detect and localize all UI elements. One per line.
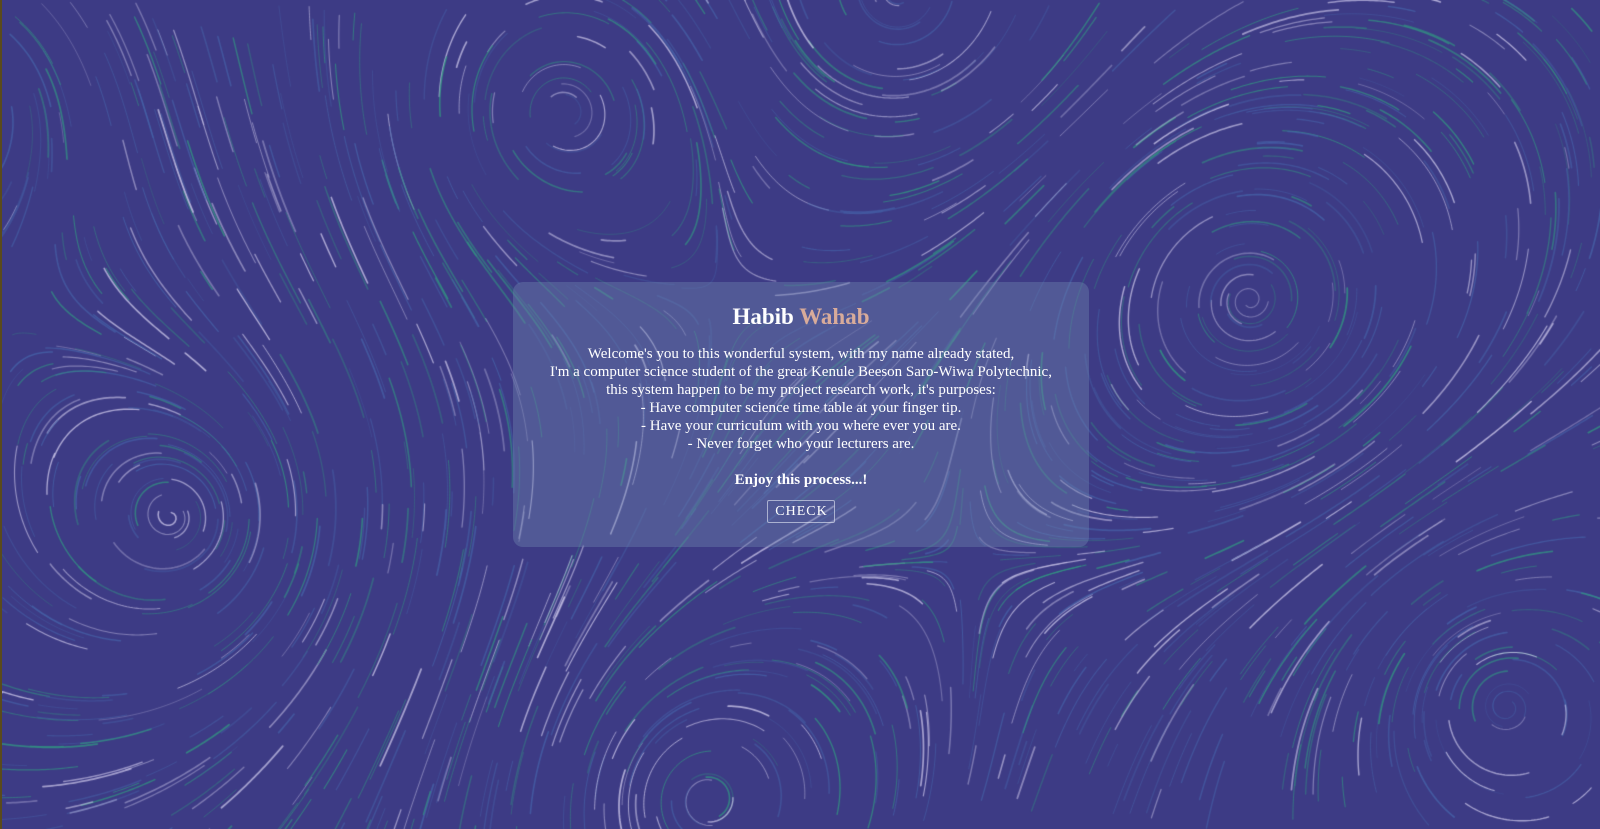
- description-line: Welcome's you to this wonderful system, …: [587, 346, 1015, 362]
- description-line: this system happen to be my project rese…: [606, 382, 996, 398]
- welcome-description: Welcome's you to this wonderful system, …: [513, 345, 1089, 453]
- page-title: Habib Wahab: [513, 302, 1089, 332]
- description-line: I'm a computer science student of the gr…: [550, 364, 1052, 380]
- enjoy-message: Enjoy this process...!: [734, 472, 868, 488]
- window-edge: [0, 0, 2, 829]
- title-last-name: Wahab: [799, 304, 870, 329]
- check-button[interactable]: CHECK: [767, 500, 835, 523]
- welcome-card: Habib Wahab Welcome's you to this wonder…: [513, 282, 1089, 547]
- title-first-name: Habib: [732, 304, 794, 329]
- purpose-item: - Have your curriculum with you where ev…: [641, 418, 961, 434]
- purpose-item: - Have computer science time table at yo…: [640, 400, 962, 416]
- purpose-item: - Never forget who your lecturers are.: [687, 436, 915, 452]
